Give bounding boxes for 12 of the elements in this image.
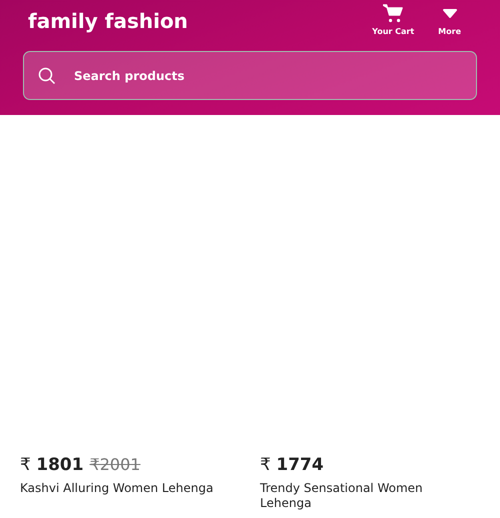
product-price: ₹ 1774	[260, 454, 324, 477]
product-name[interactable]: Trendy Sensational Women Lehenga	[260, 480, 465, 510]
search-field[interactable]: Search products	[23, 51, 477, 100]
search-input[interactable]: Search products	[72, 66, 462, 86]
app-title: family fashion	[28, 8, 188, 35]
product-name[interactable]: Kashvi Alluring Women Lehenga	[20, 480, 225, 496]
product-price: ₹ 1801	[20, 454, 84, 477]
cart-button[interactable]: Your Cart	[372, 4, 414, 38]
search-icon	[38, 66, 56, 84]
more-button[interactable]: More	[438, 4, 461, 38]
cart-icon	[383, 4, 404, 23]
original-price: ₹2001	[90, 454, 140, 476]
